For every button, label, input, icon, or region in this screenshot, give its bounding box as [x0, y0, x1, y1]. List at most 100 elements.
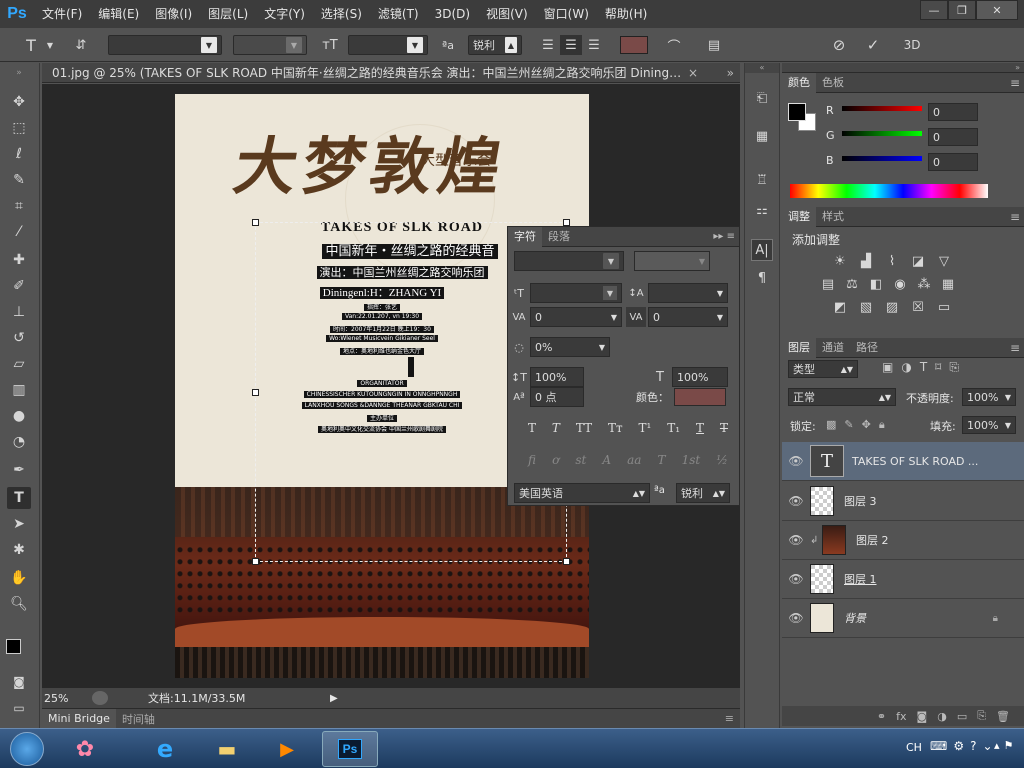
font-family-select[interactable]: ▼ [108, 35, 222, 55]
channel-mixer-icon[interactable]: ⁂ [914, 277, 934, 292]
photoshop-taskbar-button[interactable]: Ps [322, 731, 378, 767]
levels-icon[interactable]: ▟ [856, 254, 876, 269]
tracking-field[interactable]: 0 ▼ [648, 307, 728, 327]
new-layer-icon[interactable]: ⎘ [977, 709, 986, 723]
character-panel-toggle-icon[interactable]: ▤ [704, 35, 724, 55]
layers-panel-menu-icon[interactable]: ≡ [1010, 341, 1020, 355]
menu-type[interactable]: 文字(Y) [256, 0, 313, 28]
tab-character[interactable]: 字符 [508, 226, 542, 247]
adjust-panel-menu-icon[interactable]: ≡ [1010, 210, 1020, 224]
tab-paths[interactable]: 路径 [850, 338, 884, 358]
path-select-tool-icon[interactable]: ➤ [7, 513, 31, 535]
document-tab[interactable]: 01.jpg @ 25% (TAKES OF SLK ROAD 中国新年·丝绸之… [42, 63, 740, 83]
char-color-swatch[interactable] [674, 388, 726, 406]
font-style-field[interactable]: ▼ [634, 251, 710, 271]
close-button[interactable]: ✕ [976, 0, 1018, 20]
faux-bold-button[interactable]: T [528, 421, 536, 435]
filter-shape-icon[interactable]: ⌑ [935, 360, 941, 375]
input-settings-icon[interactable]: ⚙ [953, 739, 964, 753]
tab-layers[interactable]: 图层 [782, 337, 816, 358]
color-balance-icon[interactable]: ⚖ [842, 277, 862, 292]
clone-source-icon[interactable]: ⚏ [751, 199, 773, 221]
menu-edit[interactable]: 编辑(E) [90, 0, 147, 28]
transform-handle[interactable] [252, 558, 259, 565]
r-slider[interactable] [842, 106, 922, 111]
discretionary-ligature-button[interactable]: ơ [552, 453, 559, 467]
menu-select[interactable]: 选择(S) [313, 0, 370, 28]
leading-field[interactable]: ▼ [648, 283, 728, 303]
align-center-icon[interactable]: ☰ [560, 35, 582, 55]
all-caps-button[interactable]: TT [576, 421, 592, 435]
restore-button[interactable]: ❐ [948, 0, 976, 20]
new-group-icon[interactable]: ▭ [957, 710, 967, 723]
expand-tabs-icon[interactable]: » [727, 66, 734, 80]
b-slider[interactable] [842, 156, 922, 161]
status-icon[interactable] [92, 691, 108, 705]
strikethrough-button[interactable]: T [720, 421, 728, 435]
filter-adjust-icon[interactable]: ◑ [901, 360, 911, 375]
hand-tool-icon[interactable]: ✋ [7, 567, 31, 589]
faux-italic-button[interactable]: T [552, 421, 560, 435]
panel-menu-icon[interactable]: ≡ [725, 712, 734, 725]
gradient-map-icon[interactable]: ☒ [908, 300, 928, 315]
color-spectrum-bar[interactable] [790, 184, 988, 198]
aa-select[interactable]: 锐利 ▲▼ [676, 483, 730, 503]
eyedropper-tool-icon[interactable]: ⁄ [7, 221, 31, 243]
close-doc-icon[interactable]: × [688, 66, 698, 80]
dodge-tool-icon[interactable]: ◔ [7, 431, 31, 453]
stylistic-alt-button[interactable]: aa [627, 453, 641, 467]
lock-position-icon[interactable]: ✥ [862, 418, 871, 432]
fill-field[interactable]: 100% ▼ [962, 416, 1016, 434]
filter-pixel-icon[interactable]: ▣ [882, 360, 893, 375]
visibility-eye-icon[interactable]: 👁︎ [782, 494, 810, 508]
tab-mini-bridge[interactable]: Mini Bridge [42, 709, 116, 728]
tab-styles[interactable]: 样式 [816, 207, 850, 227]
lock-all-icon[interactable]: 🔒︎ [879, 418, 885, 432]
vibrance-icon[interactable]: ▽ [934, 254, 954, 269]
font-style-select[interactable]: ▼ [233, 35, 307, 55]
panel-collapse-icon[interactable]: ▸▸ ≡ [713, 231, 735, 242]
filter-type-icon[interactable]: T [920, 360, 927, 375]
old-style-button[interactable]: st [575, 453, 586, 467]
ligature-button[interactable]: fi [528, 453, 536, 467]
font-size-field[interactable]: ▼ [530, 283, 622, 303]
font-size-select[interactable]: ▼ [348, 35, 428, 55]
ordinals-button[interactable]: 1st [682, 453, 701, 467]
menu-view[interactable]: 视图(V) [478, 0, 536, 28]
keyboard-icon[interactable]: ⌨ [930, 739, 947, 753]
tsume-field[interactable]: 0% ▼ [530, 337, 610, 357]
lock-image-icon[interactable]: ✎ [844, 418, 853, 432]
tab-timeline[interactable]: 时间轴 [116, 711, 161, 727]
photo-filter-icon[interactable]: ◉ [890, 277, 910, 292]
brush-presets-icon[interactable]: ♖ [751, 169, 773, 191]
language-indicator[interactable]: CH [906, 741, 922, 754]
cancel-icon[interactable]: ⊘ [828, 35, 850, 55]
menu-help[interactable]: 帮助(H) [597, 0, 655, 28]
app-icon[interactable]: ✿ [60, 731, 110, 767]
new-adjustment-icon[interactable]: ◑ [937, 710, 947, 723]
curves-icon[interactable]: ⌇ [882, 254, 902, 269]
strip-collapse-icon[interactable]: « [745, 63, 779, 73]
action-center-icon[interactable]: ⚑ [1004, 739, 1014, 752]
warp-text-icon[interactable]: ⌒ [664, 35, 684, 55]
tab-adjustments[interactable]: 调整 [782, 206, 816, 227]
tab-swatches[interactable]: 色板 [816, 73, 850, 93]
zoom-tool-icon[interactable]: 🔍︎ [7, 593, 31, 615]
up-arrow-icon[interactable]: ▴ [994, 739, 1000, 752]
filter-smart-icon[interactable]: ⎘ [949, 360, 959, 375]
right-collapse-icon[interactable]: » [782, 63, 1024, 73]
selective-color-icon[interactable]: ▭ [934, 300, 954, 315]
minimize-button[interactable]: — [920, 0, 948, 20]
status-menu-arrow-icon[interactable]: ▶ [330, 693, 338, 704]
hue-saturation-icon[interactable]: ▤ [818, 277, 838, 292]
vertical-scale-field[interactable]: 100% [530, 367, 584, 387]
small-caps-button[interactable]: Tт [608, 421, 623, 435]
menu-3d[interactable]: 3D(D) [427, 0, 478, 28]
layer-filter-select[interactable]: 类型 ▲▼ [788, 360, 858, 378]
visibility-eye-icon[interactable]: 👁︎ [782, 454, 810, 468]
character-panel-icon[interactable]: A| [751, 239, 773, 261]
layer-mask-icon[interactable]: ◙ [917, 710, 928, 723]
layer-row-2[interactable]: 👁︎ ↲ 图层 2 [782, 521, 1024, 560]
visibility-eye-icon[interactable]: 👁︎ [782, 611, 810, 625]
menu-image[interactable]: 图像(I) [147, 0, 200, 28]
